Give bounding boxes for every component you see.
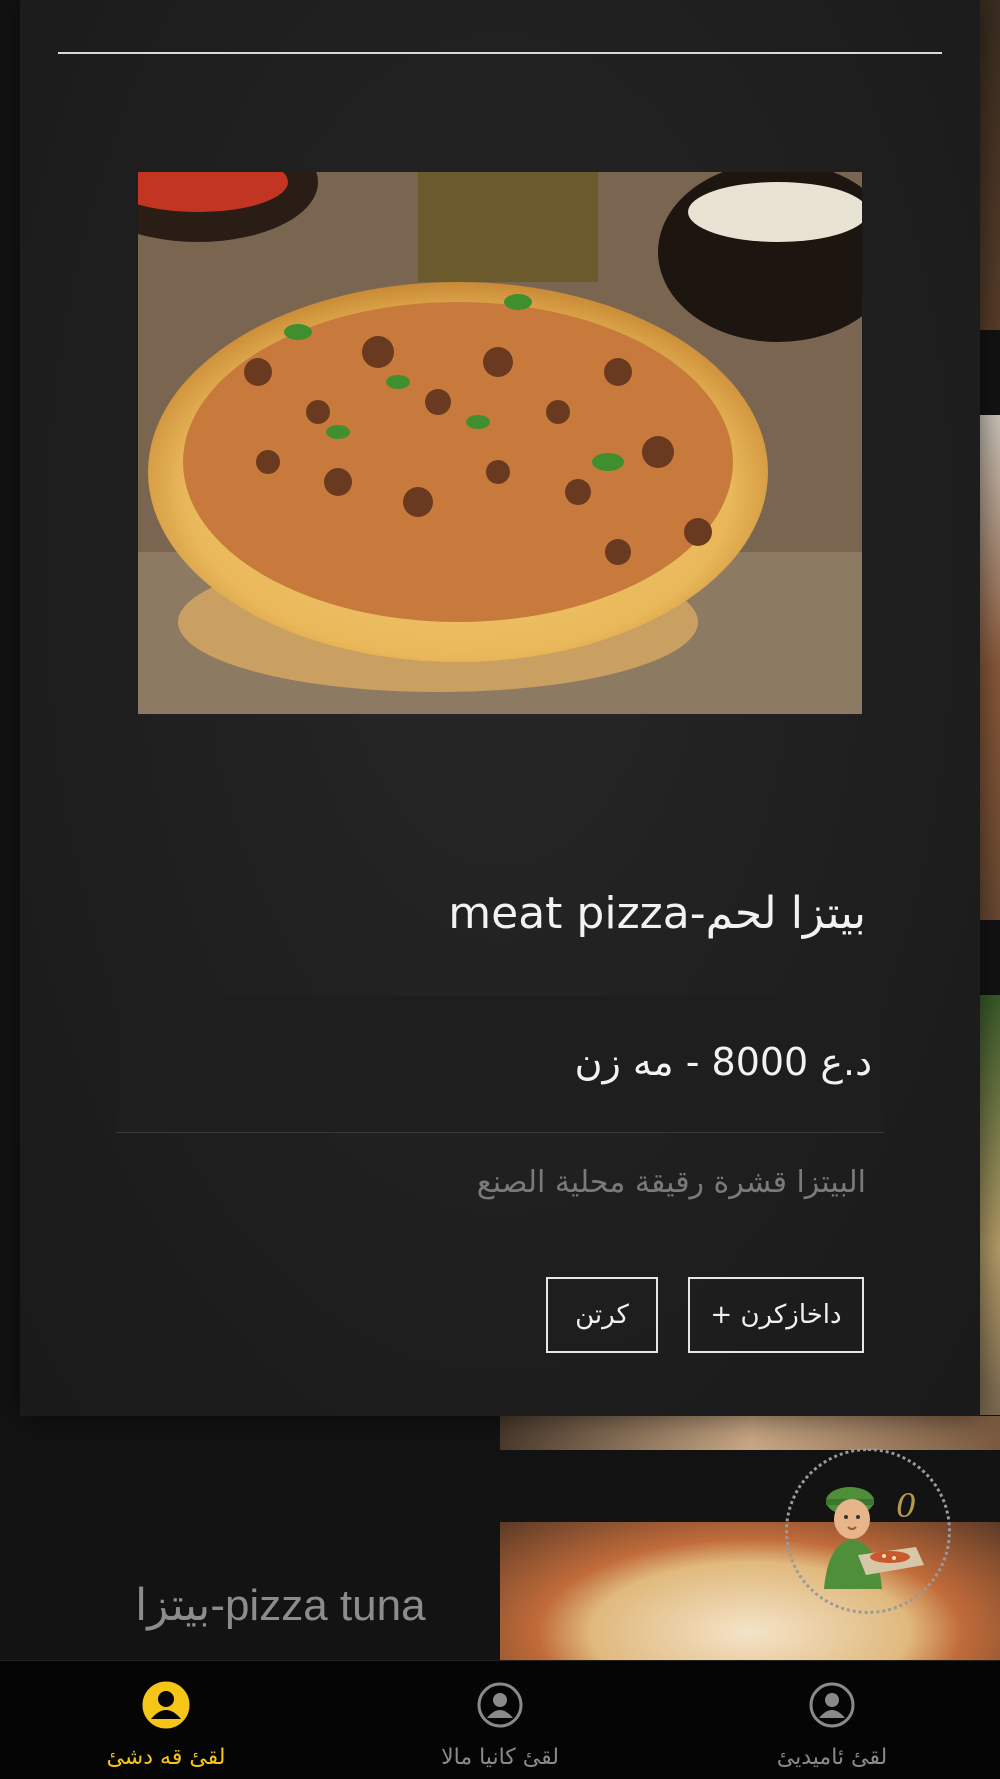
- bottom-navigation: لقىٔ قه دشىٔ لقىٔ كانيا مالا لقىٔ ئاميدي…: [0, 1660, 1000, 1779]
- background-thumbnail: [980, 415, 1000, 920]
- modal-header-text: [20, 0, 980, 8]
- user-circle-icon: [809, 1682, 855, 1728]
- product-modal: بيتزا لحم-meat pizza د.ع 8000 - مه زن ال…: [20, 0, 980, 1416]
- nav-item-second[interactable]: لقىٔ كانيا مالا: [380, 1661, 620, 1779]
- price-divider: [116, 1132, 884, 1133]
- nav-label-home: لقىٔ قه دشىٔ: [106, 1745, 226, 1770]
- background-thumbnail: [980, 0, 1000, 330]
- delivery-courier-icon: [824, 1487, 924, 1589]
- add-to-cart-button[interactable]: داخازكرن +: [688, 1277, 864, 1353]
- nav-label-second: لقىٔ كانيا مالا: [441, 1745, 559, 1770]
- price-box: د.ع 8000 - مه زن: [116, 996, 884, 1132]
- pizza-photo-icon: [138, 172, 862, 714]
- user-circle-icon: [477, 1682, 523, 1728]
- nav-item-third[interactable]: لقىٔ ئاميديىٔ: [712, 1661, 952, 1779]
- modal-divider: [58, 52, 942, 54]
- nav-label-third: لقىٔ ئاميديىٔ: [776, 1745, 888, 1770]
- background-food-strip: [500, 1416, 1000, 1450]
- background-thumbnail: [980, 995, 1000, 1415]
- cart-button[interactable]: 0: [785, 1448, 951, 1614]
- cancel-button[interactable]: كرتن: [546, 1277, 658, 1353]
- background-item-title[interactable]: بيتزا-pizza tuna: [135, 1580, 465, 1631]
- product-price: د.ع 8000 - مه زن: [574, 1040, 872, 1084]
- product-description: البيتزا قشرة رقيقة محلية الصنع: [476, 1165, 866, 1200]
- user-circle-icon: [142, 1681, 190, 1729]
- nav-item-home[interactable]: لقىٔ قه دشىٔ: [46, 1661, 286, 1779]
- product-image: [138, 172, 862, 714]
- product-name: بيتزا لحم-meat pizza: [448, 888, 866, 939]
